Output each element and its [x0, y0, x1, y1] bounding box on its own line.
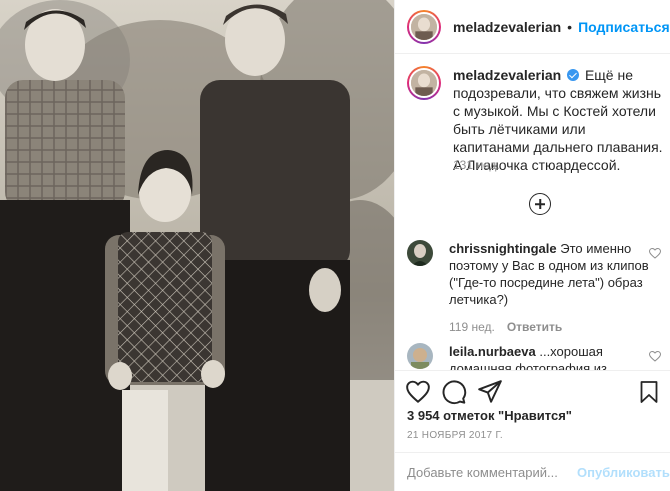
save-button[interactable]: [637, 379, 661, 405]
reply-button[interactable]: Ответить: [507, 320, 562, 334]
comment-item: chrissnightingale Это именно поэтому у В…: [407, 240, 661, 334]
comment-avatar[interactable]: [407, 343, 433, 369]
caption-time[interactable]: 131 нед.: [453, 158, 500, 172]
author-avatar[interactable]: [407, 9, 441, 44]
comment-text: leila.nurbaeva ...хорошая домашняя фотог…: [449, 343, 649, 370]
post-side-panel: meladzevalerian • Подписаться meladzeval…: [394, 0, 670, 491]
comment-avatar[interactable]: [407, 240, 433, 266]
comment-time[interactable]: 119 нед.: [449, 320, 495, 334]
commenter-avatar-image: [407, 343, 433, 369]
share-icon[interactable]: [477, 379, 503, 405]
comment-icon[interactable]: [441, 379, 467, 405]
bookmark-icon: [640, 381, 658, 403]
comment-username[interactable]: leila.nurbaeva: [449, 344, 536, 359]
comment-heart-icon[interactable]: [649, 351, 661, 362]
caption-avatar[interactable]: [407, 66, 441, 100]
plus-circle-icon[interactable]: [529, 193, 551, 215]
commenter-avatar-image: [407, 240, 433, 266]
caption-avatar-image: [411, 70, 437, 96]
caption-username[interactable]: meladzevalerian: [453, 67, 561, 83]
comment-meta: 119 нед. Ответить: [449, 320, 661, 334]
post-date[interactable]: 21 НОЯБРЯ 2017 Г.: [407, 430, 503, 441]
author-avatar-image: [411, 13, 437, 40]
post-photo[interactable]: [0, 0, 394, 491]
sepia-family-photo: [0, 0, 394, 491]
comment-heart-icon[interactable]: [649, 248, 661, 259]
post-actions: 3 954 отметок "Нравится" 21 НОЯБРЯ 2017 …: [395, 370, 670, 491]
comment-username[interactable]: chrissnightingale: [449, 241, 557, 256]
comment-input[interactable]: [407, 465, 577, 480]
verified-badge-icon: [567, 69, 580, 81]
publish-button[interactable]: Опубликовать: [577, 465, 670, 480]
comment-text: chrissnightingale Это именно поэтому у В…: [449, 240, 649, 308]
post-caption: meladzevalerian Ещё не подозревали, что …: [407, 66, 665, 174]
add-comment-bar: Опубликовать: [395, 452, 670, 491]
comment-item: leila.nurbaeva ...хорошая домашняя фотог…: [407, 343, 661, 370]
heart-icon[interactable]: [405, 379, 431, 405]
follow-button[interactable]: Подписаться: [578, 19, 670, 35]
separator-dot: •: [567, 18, 573, 35]
post-header: meladzevalerian • Подписаться: [395, 0, 670, 54]
header-username[interactable]: meladzevalerian: [453, 19, 561, 35]
action-icons: [405, 379, 503, 405]
likes-count[interactable]: 3 954 отметок "Нравится": [407, 408, 572, 423]
